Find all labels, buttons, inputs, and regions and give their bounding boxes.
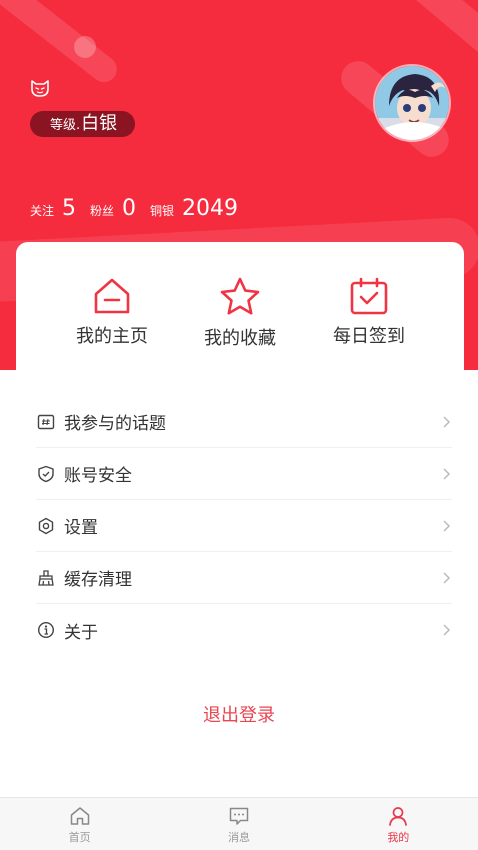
stat-label-coins: 铜银 bbox=[150, 204, 175, 218]
level-value: 白银 bbox=[81, 113, 118, 134]
tab-label: 我的 bbox=[387, 831, 410, 844]
home-tab-icon bbox=[70, 807, 89, 825]
chevron-right-icon bbox=[443, 571, 451, 584]
menu-item-clear-cache[interactable]: 缓存清理 bbox=[36, 552, 452, 604]
stats-row: 关注 5 粉丝 0 铜银 2049 bbox=[30, 196, 252, 221]
header-decoration bbox=[0, 0, 123, 88]
menu-item-label: 我参与的话题 bbox=[64, 414, 166, 434]
quick-action-checkin[interactable]: 每日签到 bbox=[309, 276, 429, 348]
level-prefix: 等级. bbox=[50, 118, 81, 133]
chevron-right-icon bbox=[443, 415, 451, 428]
quick-action-label: 每日签到 bbox=[333, 326, 405, 347]
chevron-right-icon bbox=[443, 467, 451, 480]
quick-action-label: 我的收藏 bbox=[204, 328, 276, 349]
home-icon bbox=[94, 278, 130, 314]
info-icon bbox=[36, 620, 56, 640]
quick-action-label: 我的主页 bbox=[76, 326, 148, 347]
mask-icon bbox=[31, 80, 49, 97]
quick-action-favorites[interactable]: 我的收藏 bbox=[180, 276, 300, 350]
tab-home[interactable]: 首页 bbox=[0, 798, 159, 850]
menu-item-label: 缓存清理 bbox=[64, 570, 132, 590]
calendar-check-icon bbox=[350, 277, 388, 315]
quick-action-homepage[interactable]: 我的主页 bbox=[52, 276, 172, 348]
menu-item-about[interactable]: 关于 bbox=[36, 604, 452, 656]
menu-item-account-security[interactable]: 账号安全 bbox=[36, 448, 452, 500]
menu-item-my-topics[interactable]: 我参与的话题 bbox=[36, 396, 452, 448]
topic-icon bbox=[36, 412, 56, 432]
stat-label-following[interactable]: 关注 bbox=[30, 202, 54, 219]
logout-button[interactable]: 退出登录 bbox=[0, 701, 478, 727]
tab-me[interactable]: 我的 bbox=[319, 798, 478, 850]
broom-icon bbox=[36, 568, 56, 588]
quick-actions-card: 我的主页 我的收藏 每日签到 bbox=[16, 242, 464, 370]
header-decoration bbox=[386, 0, 478, 66]
stat-value-following[interactable]: 5 bbox=[62, 196, 76, 221]
stat-label-fans[interactable]: 粉丝 bbox=[90, 202, 114, 219]
user-icon bbox=[389, 807, 408, 826]
menu-item-label: 账号安全 bbox=[64, 466, 132, 486]
bottom-tab-bar: 首页 消息 我的 bbox=[0, 797, 478, 850]
message-icon bbox=[229, 807, 249, 825]
menu-item-settings[interactable]: 设置 bbox=[36, 500, 452, 552]
star-icon bbox=[220, 277, 260, 315]
shield-icon bbox=[36, 464, 56, 484]
stat-value-fans[interactable]: 0 bbox=[122, 196, 136, 221]
tab-messages[interactable]: 消息 bbox=[159, 798, 318, 850]
tab-label: 消息 bbox=[227, 831, 250, 844]
settings-icon bbox=[36, 516, 56, 536]
chevron-right-icon bbox=[443, 624, 451, 636]
tab-label: 首页 bbox=[68, 831, 91, 844]
settings-menu: 我参与的话题 账号安全 设置 缓存清理 关于 bbox=[36, 396, 452, 656]
stat-value-coins: 2049 bbox=[182, 196, 239, 221]
chevron-right-icon bbox=[443, 519, 451, 532]
avatar[interactable] bbox=[373, 64, 451, 142]
menu-item-label: 设置 bbox=[64, 518, 98, 538]
level-badge: 等级. 白银 bbox=[30, 111, 136, 137]
menu-item-label: 关于 bbox=[64, 622, 98, 643]
header-decoration-dot bbox=[74, 36, 96, 58]
